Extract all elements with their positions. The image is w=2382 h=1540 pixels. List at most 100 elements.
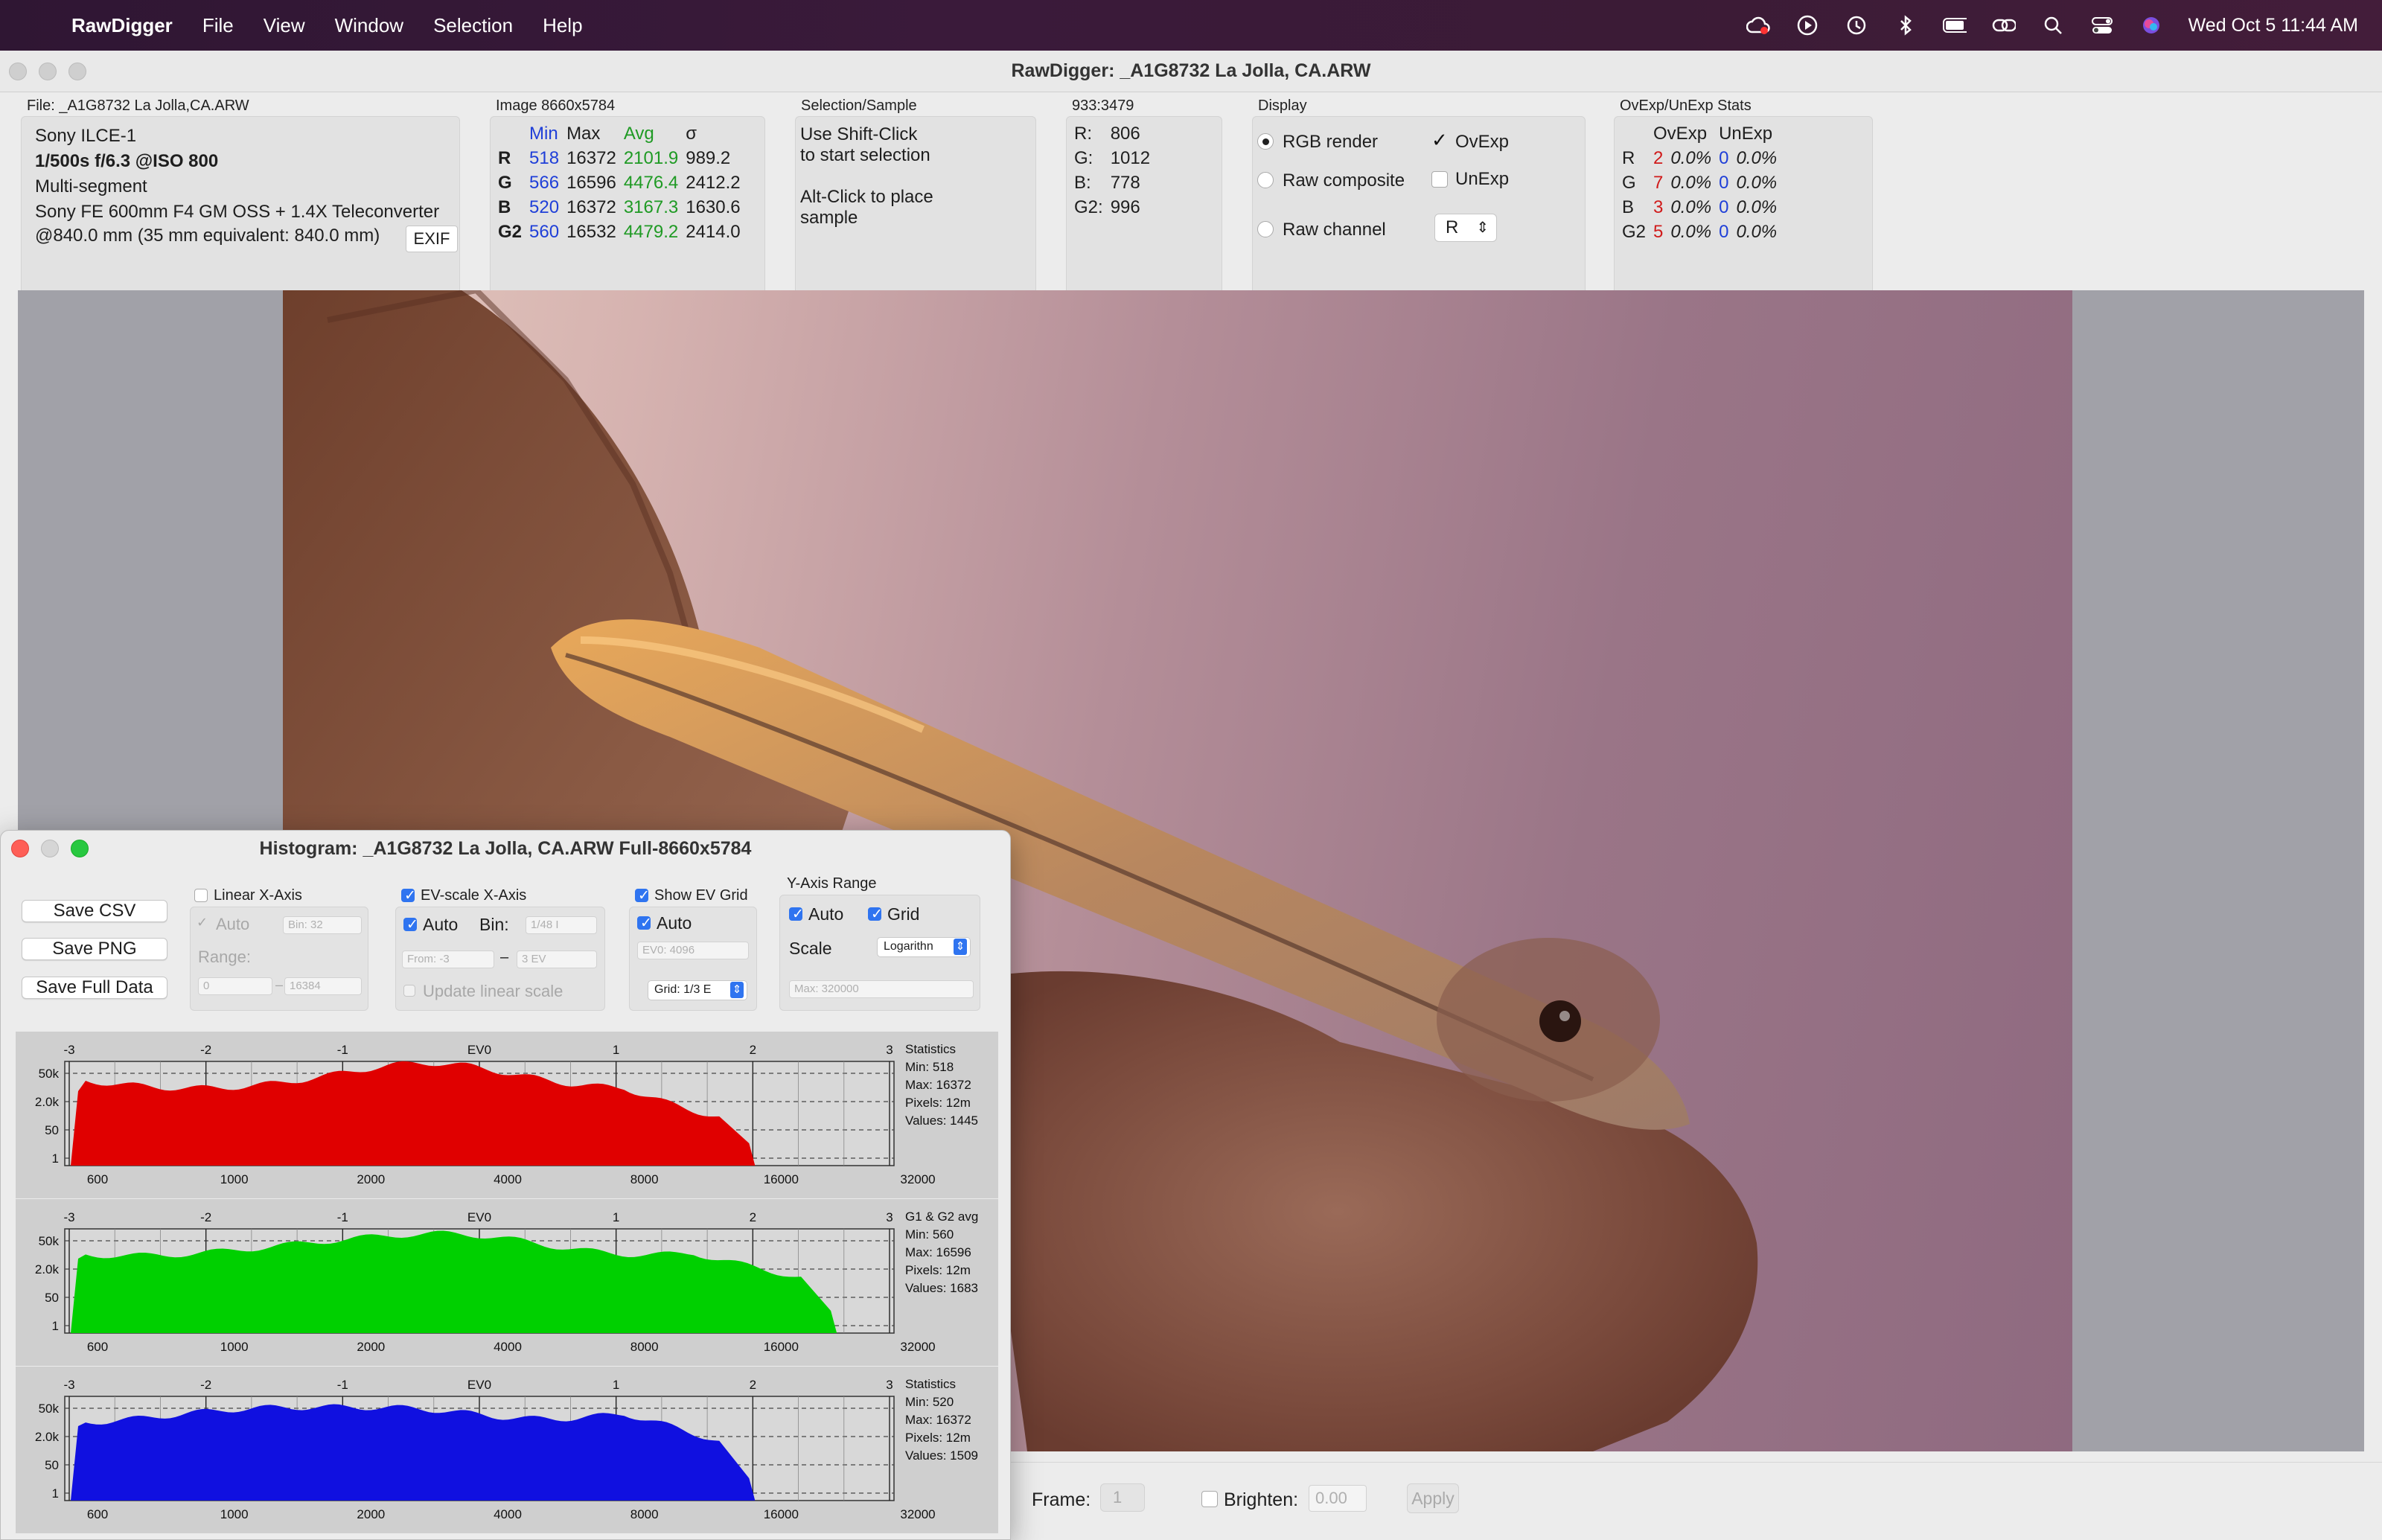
sigma-value: 989.2 <box>686 147 731 168</box>
bluetooth-icon[interactable] <box>1894 13 1918 37</box>
close-button[interactable] <box>11 840 29 857</box>
unexp-percent: 0.0% <box>1736 172 1778 193</box>
ev-scale-checkbox[interactable] <box>401 887 416 904</box>
x-tick-label: 4000 <box>494 1507 522 1521</box>
battery-icon[interactable] <box>1942 13 1967 37</box>
control-center-icon[interactable] <box>2090 13 2114 37</box>
minimize-button[interactable] <box>41 840 59 857</box>
brighten-checkbox[interactable] <box>1201 1491 1218 1507</box>
stats-values: Values: 1509 <box>905 1448 978 1463</box>
x-tick-label: 2000 <box>357 1340 385 1354</box>
exif-button[interactable]: EXIF <box>406 226 458 252</box>
window-controls <box>9 63 86 80</box>
unexp-count: 0 <box>1719 172 1729 193</box>
min-value: 566 <box>529 172 560 193</box>
ev-tick-label: 3 <box>886 1043 893 1057</box>
y-max-field[interactable]: Max: 320000 <box>789 980 974 998</box>
stats-max: Max: 16596 <box>905 1245 971 1259</box>
x-tick-label: 32000 <box>900 1507 935 1521</box>
rgb-render-radio[interactable] <box>1257 133 1274 150</box>
ovexp-stats-panel: OvExp UnExp R 2 0.0% 0 0.0% G 7 0.0% 0 0… <box>1614 116 1873 311</box>
creative-cloud-icon[interactable] <box>1746 13 1770 37</box>
table-row: G 7 0.0% 0 0.0% <box>1622 170 1784 195</box>
save-csv-button[interactable]: Save CSV <box>22 900 167 922</box>
table-row: R 518 16372 2101.9 989.2 <box>498 146 748 170</box>
range-to-field[interactable]: 16384 <box>284 977 362 995</box>
brighten-input[interactable]: 0.00 <box>1309 1485 1367 1512</box>
zoom-button[interactable] <box>71 840 89 857</box>
ovexp-checkbox[interactable] <box>1431 129 1448 152</box>
siri-icon[interactable] <box>2139 13 2163 37</box>
frame-stepper[interactable]: 1 <box>1100 1483 1145 1512</box>
save-png-button[interactable]: Save PNG <box>22 938 167 960</box>
y-grid-checkbox[interactable] <box>868 906 883 923</box>
avg-value: 4476.4 <box>623 172 679 193</box>
range-from-field[interactable]: 0 <box>198 977 272 995</box>
sigma-value: 1630.6 <box>686 197 741 217</box>
x-tick-label: 8000 <box>630 1172 659 1186</box>
ev-auto-checkbox[interactable] <box>403 916 418 933</box>
linear-x-axis-checkbox[interactable] <box>194 889 208 902</box>
histogram-svg: 50k 2.0k 50 1 -3 -2 -1 EV0 1 2 3 600 1000 2000 4000 800… <box>35 1210 936 1354</box>
menu-clock[interactable]: Wed Oct 5 11:44 AM <box>2188 15 2358 36</box>
close-button[interactable] <box>9 63 27 80</box>
x-tick-label: 8000 <box>630 1507 659 1521</box>
ev-grid-auto-label: Auto <box>657 913 692 933</box>
table-row: G: 1012 <box>1074 146 1158 170</box>
selection-hint-2: to start selection <box>800 145 930 165</box>
ovexp-percent: 0.0% <box>1670 221 1712 242</box>
ev-tick-label: 1 <box>613 1043 619 1057</box>
ev-to-field[interactable]: 3 EV <box>517 950 597 968</box>
y-grid-label: Grid <box>887 904 920 924</box>
minimize-button[interactable] <box>39 63 57 80</box>
ev-grid-select[interactable]: Grid: 1/3 E <box>648 980 747 1000</box>
show-ev-grid-checkbox[interactable] <box>635 887 650 904</box>
menu-view[interactable]: View <box>264 14 305 37</box>
menu-file[interactable]: File <box>202 14 234 37</box>
ev-from-field[interactable]: From: -3 <box>402 950 494 968</box>
apply-button[interactable]: Apply <box>1407 1483 1459 1513</box>
histogram-r[interactable]: 50k 2.0k 50 1 -3 -2 -1 EV0 1 2 3 600 1000 2000 4000 800… <box>16 1032 998 1198</box>
file-panel: Sony ILCE-1 1/500s f/6.3 @ISO 800 Multi-… <box>21 116 460 311</box>
histogram-g[interactable]: 50k 2.0k 50 1 -3 -2 -1 EV0 1 2 3 600 1000 2000 4000 800… <box>16 1199 998 1366</box>
menu-help[interactable]: Help <box>543 14 582 37</box>
update-linear-checkbox[interactable] <box>403 985 415 997</box>
ev-auto-label: Auto <box>423 915 459 934</box>
raw-composite-radio[interactable] <box>1257 172 1274 188</box>
histogram-b[interactable]: 50k 2.0k 50 1 -3 -2 -1 EV0 1 2 3 600 1000 2000 4000 800… <box>16 1367 998 1533</box>
y-tick-label: 50 <box>45 1291 59 1305</box>
channel-label: R: <box>1074 123 1092 144</box>
y-tick-label: 50k <box>39 1402 60 1416</box>
ev0-field[interactable]: EV0: 4096 <box>637 942 749 959</box>
time-machine-icon[interactable] <box>1845 13 1868 37</box>
x-tick-label: 2000 <box>357 1172 385 1186</box>
ev-grid-auto-checkbox[interactable] <box>637 915 652 932</box>
unexp-checkbox[interactable] <box>1431 171 1448 188</box>
y-auto-checkbox[interactable] <box>789 906 804 923</box>
menu-window[interactable]: Window <box>335 14 403 37</box>
link-icon[interactable] <box>1992 13 2016 37</box>
linear-x-axis-group: ✓ Auto Bin: 32 Range: 0 – 16384 <box>190 907 368 1011</box>
y-auto-label: Auto <box>808 904 844 924</box>
sample-value: 778 <box>1110 172 1140 193</box>
linear-bin-field[interactable]: Bin: 32 <box>283 916 362 934</box>
focal-length: @840.0 mm (35 mm equivalent: 840.0 mm) <box>35 226 380 246</box>
linear-auto-check[interactable]: ✓ <box>197 915 208 930</box>
y-scale-select[interactable]: Logarithn <box>877 937 971 957</box>
search-icon[interactable] <box>2041 13 2065 37</box>
stats-title: Statistics <box>905 1377 957 1391</box>
play-icon[interactable] <box>1795 13 1819 37</box>
rgb-render-label: RGB render <box>1283 132 1379 152</box>
channel-select[interactable]: R ⇕ <box>1434 214 1497 242</box>
window-title: RawDigger: _A1G8732 La Jolla, CA.ARW <box>1011 60 1371 81</box>
x-tick-label: 1000 <box>220 1507 249 1521</box>
max-value: 16532 <box>566 221 616 242</box>
zoom-button[interactable] <box>68 63 86 80</box>
save-full-data-button[interactable]: Save Full Data <box>22 977 167 999</box>
raw-channel-radio[interactable] <box>1257 221 1274 237</box>
menu-app-name[interactable]: RawDigger <box>71 14 173 37</box>
ev-bin-select[interactable]: 1/48 I <box>526 916 597 934</box>
menu-selection[interactable]: Selection <box>433 14 513 37</box>
channel-label: R <box>498 147 511 168</box>
ev-bin-label: Bin: <box>479 915 509 934</box>
